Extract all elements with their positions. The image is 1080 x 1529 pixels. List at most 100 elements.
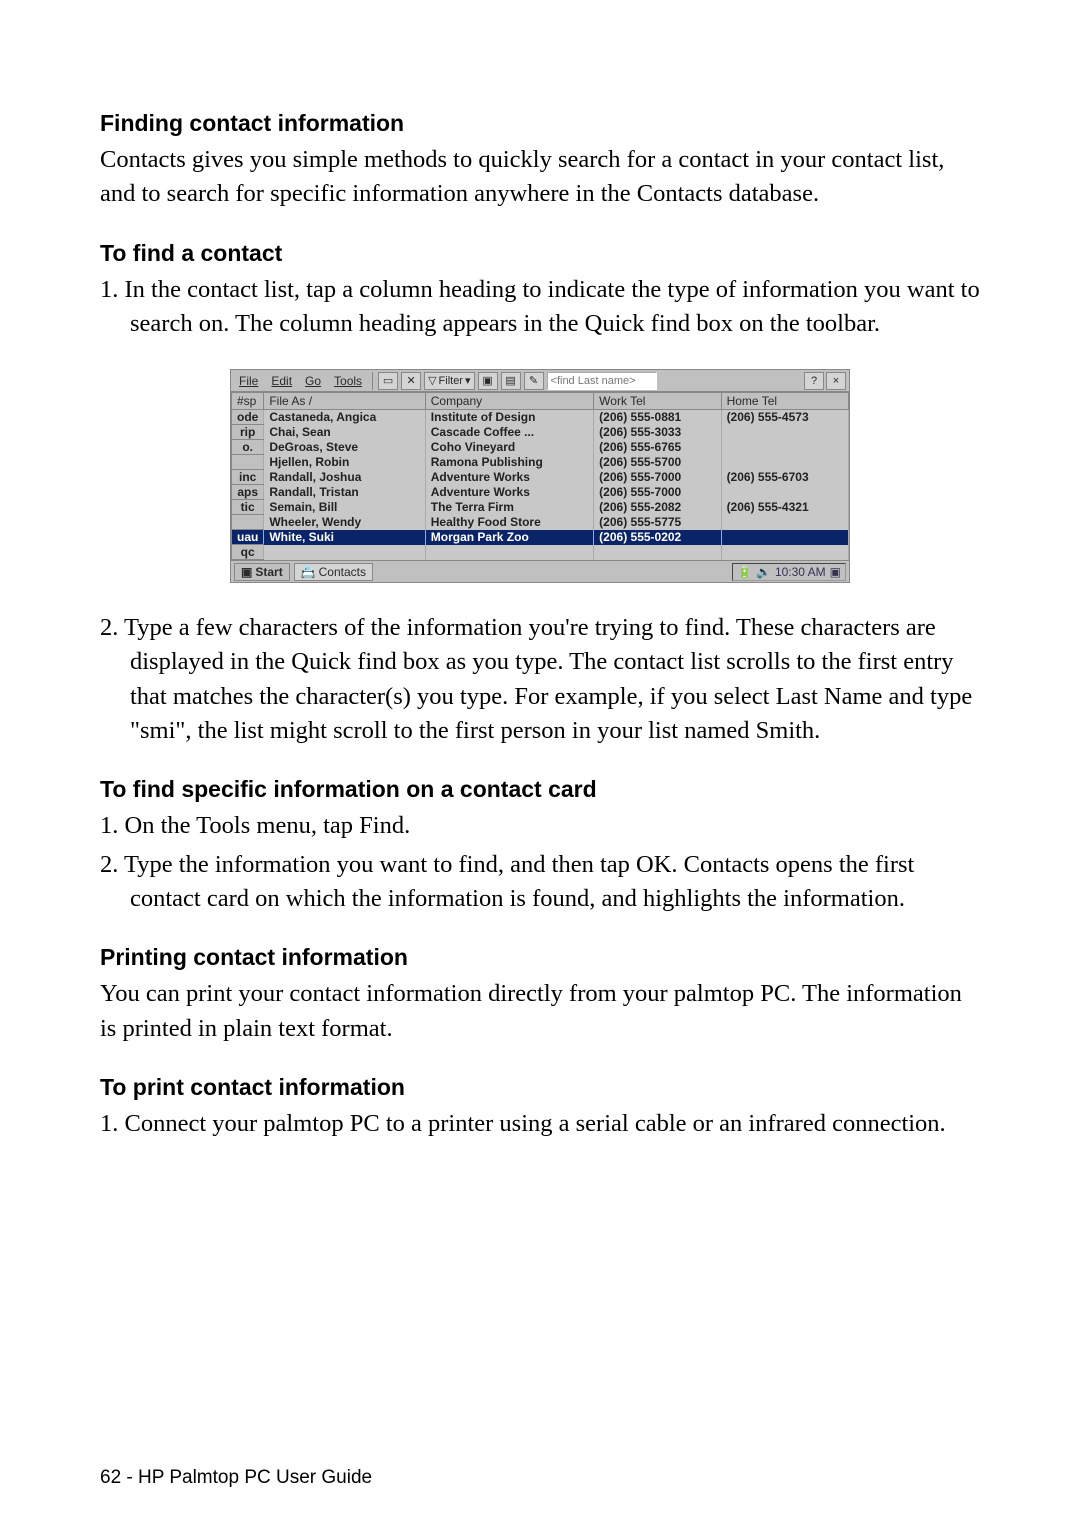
table-row[interactable]: o.DeGroas, SteveCoho Vineyard(206) 555-6… bbox=[232, 440, 849, 455]
cell-company: Adventure Works bbox=[425, 470, 593, 485]
cell-hometel bbox=[721, 425, 848, 440]
cell-fileas: Randall, Joshua bbox=[264, 470, 425, 485]
row-icon: uau bbox=[232, 530, 264, 545]
step-specific-1: 1. On the Tools menu, tap Find. bbox=[100, 809, 980, 843]
cell-fileas: DeGroas, Steve bbox=[264, 440, 425, 455]
tool-icon-1[interactable]: ▣ bbox=[478, 372, 498, 390]
section-to-print: To print contact information 1. Connect … bbox=[100, 1074, 980, 1141]
cell-company: Healthy Food Store bbox=[425, 515, 593, 530]
system-tray: 🔋 🔊 10:30 AM ▣ bbox=[732, 563, 846, 581]
row-icon: o. bbox=[232, 440, 264, 455]
col-work-tel[interactable]: Work Tel bbox=[594, 393, 721, 410]
para-printing: You can print your contact information d… bbox=[100, 977, 980, 1046]
desktop-icon[interactable]: ▣ bbox=[830, 565, 841, 579]
cell-fileas: Wheeler, Wendy bbox=[264, 515, 425, 530]
menu-file[interactable]: File bbox=[234, 373, 263, 389]
table-row[interactable]: odeCastaneda, AngicaInstitute of Design(… bbox=[232, 410, 849, 425]
cell-worktel: (206) 555-7000 bbox=[594, 470, 721, 485]
row-icon bbox=[232, 515, 264, 530]
section-to-find-a-contact: To find a contact 1. In the contact list… bbox=[100, 240, 980, 342]
cell-company: Morgan Park Zoo bbox=[425, 530, 593, 545]
help-button[interactable]: ? bbox=[804, 372, 824, 390]
cell-fileas: Chai, Sean bbox=[264, 425, 425, 440]
close-button[interactable]: × bbox=[826, 372, 846, 390]
table-row[interactable]: incRandall, JoshuaAdventure Works(206) 5… bbox=[232, 470, 849, 485]
section-printing: Printing contact information You can pri… bbox=[100, 944, 980, 1046]
cell-hometel bbox=[721, 515, 848, 530]
menubar: File Edit Go Tools ▭ ✕ ▽ Filter ▾ ▣ ▤ ✎ … bbox=[231, 370, 849, 392]
col-company[interactable]: Company bbox=[425, 393, 593, 410]
cell-fileas: Hjellen, Robin bbox=[264, 455, 425, 470]
step-specific-2: 2. Type the information you want to find… bbox=[100, 848, 980, 917]
col-category[interactable]: #sp bbox=[232, 393, 264, 410]
section-find-specific-info: To find specific information on a contac… bbox=[100, 776, 980, 916]
menu-go[interactable]: Go bbox=[300, 373, 326, 389]
filter-label: Filter bbox=[439, 375, 463, 387]
cell-hometel bbox=[721, 530, 848, 545]
row-icon bbox=[232, 455, 264, 470]
new-card-icon[interactable]: ▭ bbox=[378, 372, 398, 390]
tray-clock: 10:30 AM bbox=[775, 565, 826, 579]
table-row-empty: qc bbox=[232, 545, 849, 560]
row-icon: rip bbox=[232, 425, 264, 440]
col-home-tel[interactable]: Home Tel bbox=[721, 393, 848, 410]
cell-company: Institute of Design bbox=[425, 410, 593, 425]
cell-company: The Terra Firm bbox=[425, 500, 593, 515]
contacts-table: #sp File As / Company Work Tel Home Tel … bbox=[231, 392, 849, 560]
heading-printing: Printing contact information bbox=[100, 944, 980, 971]
table-row[interactable]: uauWhite, SukiMorgan Park Zoo(206) 555-0… bbox=[232, 530, 849, 545]
start-label: Start bbox=[255, 565, 282, 579]
tray-icon-2: 🔊 bbox=[756, 565, 771, 579]
task-contacts[interactable]: 📇 Contacts bbox=[294, 563, 373, 581]
heading-to-print: To print contact information bbox=[100, 1074, 980, 1101]
menu-edit[interactable]: Edit bbox=[266, 373, 297, 389]
toolbar-divider bbox=[372, 372, 373, 390]
contacts-app-screenshot: File Edit Go Tools ▭ ✕ ▽ Filter ▾ ▣ ▤ ✎ … bbox=[230, 369, 850, 583]
cell-worktel: (206) 555-6765 bbox=[594, 440, 721, 455]
cell-hometel: (206) 555-4573 bbox=[721, 410, 848, 425]
quick-find-input[interactable]: <find Last name> bbox=[547, 372, 657, 390]
heading-find-specific-info: To find specific information on a contac… bbox=[100, 776, 980, 803]
cell-worktel: (206) 555-3033 bbox=[594, 425, 721, 440]
menu-tools[interactable]: Tools bbox=[329, 373, 367, 389]
table-row[interactable]: Wheeler, WendyHealthy Food Store(206) 55… bbox=[232, 515, 849, 530]
tool-icon-2[interactable]: ▤ bbox=[501, 372, 521, 390]
step-print-1: 1. Connect your palmtop PC to a printer … bbox=[100, 1107, 980, 1141]
table-row[interactable]: ripChai, SeanCascade Coffee ...(206) 555… bbox=[232, 425, 849, 440]
step-find-contact-2: 2. Type a few characters of the informat… bbox=[100, 611, 980, 748]
filter-dropdown[interactable]: ▽ Filter ▾ bbox=[424, 372, 474, 390]
cell-company: Cascade Coffee ... bbox=[425, 425, 593, 440]
cell-hometel bbox=[721, 455, 848, 470]
cell-fileas: Castaneda, Angica bbox=[264, 410, 425, 425]
contacts-icon: 📇 bbox=[301, 565, 316, 579]
section-to-find-a-contact-cont: 2. Type a few characters of the informat… bbox=[100, 611, 980, 748]
task-contacts-label: Contacts bbox=[319, 565, 366, 579]
cell-worktel: (206) 555-0881 bbox=[594, 410, 721, 425]
row-icon: tic bbox=[232, 500, 264, 515]
page-footer: 62 - HP Palmtop PC User Guide bbox=[100, 1467, 372, 1489]
cell-worktel: (206) 555-7000 bbox=[594, 485, 721, 500]
col-file-as[interactable]: File As / bbox=[264, 393, 425, 410]
section-finding-contact-information: Finding contact information Contacts giv… bbox=[100, 110, 980, 212]
cell-hometel bbox=[721, 440, 848, 455]
cell-worktel: (206) 555-0202 bbox=[594, 530, 721, 545]
row-icon: aps bbox=[232, 485, 264, 500]
taskbar: ▣ Start 📇 Contacts 🔋 🔊 10:30 AM ▣ bbox=[231, 560, 849, 582]
table-row[interactable]: apsRandall, TristanAdventure Works(206) … bbox=[232, 485, 849, 500]
cell-hometel bbox=[721, 485, 848, 500]
delete-icon[interactable]: ✕ bbox=[401, 372, 421, 390]
start-button[interactable]: ▣ Start bbox=[234, 563, 290, 581]
tray-icon-1: 🔋 bbox=[737, 565, 752, 579]
cell-fileas: White, Suki bbox=[264, 530, 425, 545]
para-finding: Contacts gives you simple methods to qui… bbox=[100, 143, 980, 212]
cell-worktel: (206) 555-2082 bbox=[594, 500, 721, 515]
cell-company: Adventure Works bbox=[425, 485, 593, 500]
table-row[interactable]: Hjellen, RobinRamona Publishing(206) 555… bbox=[232, 455, 849, 470]
cell-fileas: Semain, Bill bbox=[264, 500, 425, 515]
heading-to-find-a-contact: To find a contact bbox=[100, 240, 980, 267]
cell-hometel: (206) 555-4321 bbox=[721, 500, 848, 515]
table-row[interactable]: ticSemain, BillThe Terra Firm(206) 555-2… bbox=[232, 500, 849, 515]
windows-icon: ▣ bbox=[241, 565, 252, 579]
cell-hometel: (206) 555-6703 bbox=[721, 470, 848, 485]
tool-icon-3[interactable]: ✎ bbox=[524, 372, 544, 390]
